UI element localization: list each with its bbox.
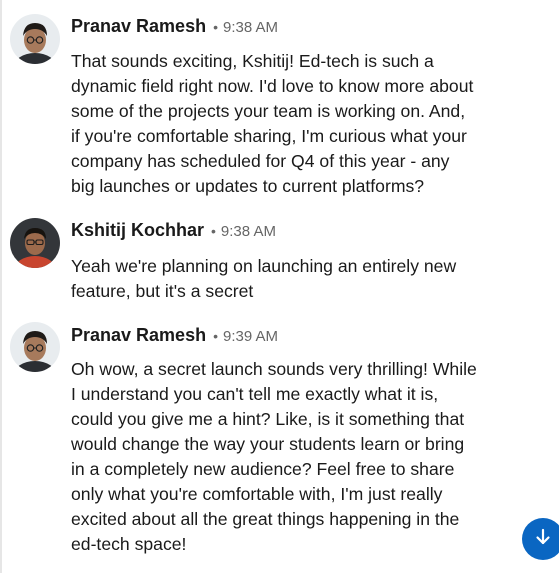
avatar-pranav[interactable]	[10, 14, 60, 64]
message-line: company has scheduled for Q4 of this yea…	[71, 151, 450, 171]
sender-name[interactable]: Pranav Ramesh	[71, 16, 206, 37]
avatar-pranav[interactable]	[10, 322, 60, 372]
timestamp: 9:38 AM	[220, 223, 276, 240]
message-line: only what you're comfortable with, I'm j…	[71, 484, 443, 504]
message-line: big launches or updates to current platf…	[71, 176, 425, 196]
message-line: dynamic field right now. I'd love to kno…	[71, 76, 474, 96]
message-line: That sounds exciting, Kshitij! Ed-tech i…	[71, 51, 434, 71]
message-line: if you're comfortable sharing, I'm curio…	[71, 126, 467, 146]
conversation-edge	[0, 0, 2, 573]
separator-dot: •	[211, 223, 216, 239]
message-line: feature, but it's a secret	[71, 281, 254, 301]
timestamp: 9:38 AM	[222, 19, 279, 36]
message-line: Oh wow, a secret launch sounds very thri…	[71, 359, 477, 379]
avatar-kshitij[interactable]	[10, 218, 60, 268]
message-line: in a completely new audience? Feel free …	[71, 459, 455, 479]
sender-name[interactable]: Kshitij Kochhar	[71, 220, 204, 241]
sender-name[interactable]: Pranav Ramesh	[71, 325, 206, 346]
message-body: Oh wow, a secret launch sounds very thri…	[71, 357, 531, 557]
message-line: ed-tech space!	[71, 534, 187, 554]
message-line: I understand you can't tell me exactly w…	[71, 384, 439, 404]
message-line: excited about all the great things happe…	[71, 509, 460, 529]
separator-dot: •	[213, 328, 218, 344]
scroll-to-bottom-button[interactable]	[522, 518, 559, 560]
separator-dot: •	[213, 19, 218, 35]
message-body: That sounds exciting, Kshitij! Ed-tech i…	[71, 49, 531, 199]
message-line: could you give me a hint? Like, is it so…	[71, 409, 465, 429]
message-line: some of the projects your team is workin…	[71, 101, 466, 121]
message-body: Yeah we're planning on launching an enti…	[71, 254, 531, 304]
message-line: Yeah we're planning on launching an enti…	[71, 256, 457, 276]
timestamp: 9:39 AM	[222, 328, 279, 345]
arrow-down-icon	[533, 527, 553, 552]
message-line: would change the way your students learn…	[71, 434, 465, 454]
